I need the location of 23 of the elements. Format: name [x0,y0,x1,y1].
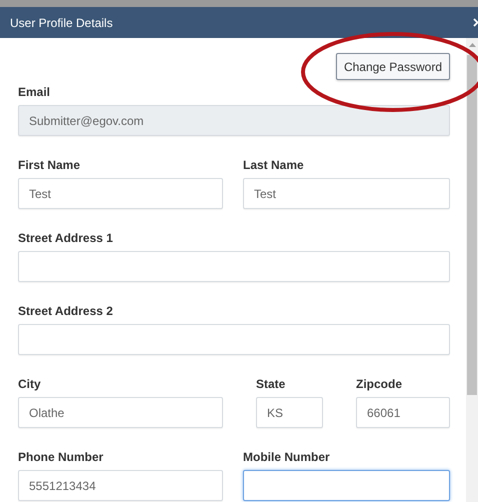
field-label: Email [18,85,52,99]
input-field[interactable]: Test [243,178,450,209]
input-field[interactable]: Olathe [18,397,223,428]
window-title: User Profile Details [10,16,113,30]
field-label: First Name [18,158,82,172]
scroll-up-icon[interactable] [468,43,476,47]
field-label: Street Address 1 [18,231,114,245]
input-field[interactable]: 5551213434 [18,470,223,501]
field-label: Mobile Number [243,450,331,464]
close-icon[interactable] [473,18,478,27]
field-label: City [18,377,42,391]
input-field[interactable]: KS [256,397,323,428]
input-field[interactable]: 66061 [356,397,450,428]
scrollbar-thumb[interactable] [467,55,477,395]
field-label: Zipcode [356,377,404,391]
field-label: Phone Number [18,450,104,464]
field-label: Last Name [243,158,305,172]
change-password-button[interactable]: Change Password [336,53,450,80]
input-field[interactable] [243,470,450,501]
input-field[interactable]: Test [18,178,223,209]
scrollbar[interactable] [466,38,478,502]
field-label: State [256,377,286,391]
field-label: Street Address 2 [18,304,114,318]
